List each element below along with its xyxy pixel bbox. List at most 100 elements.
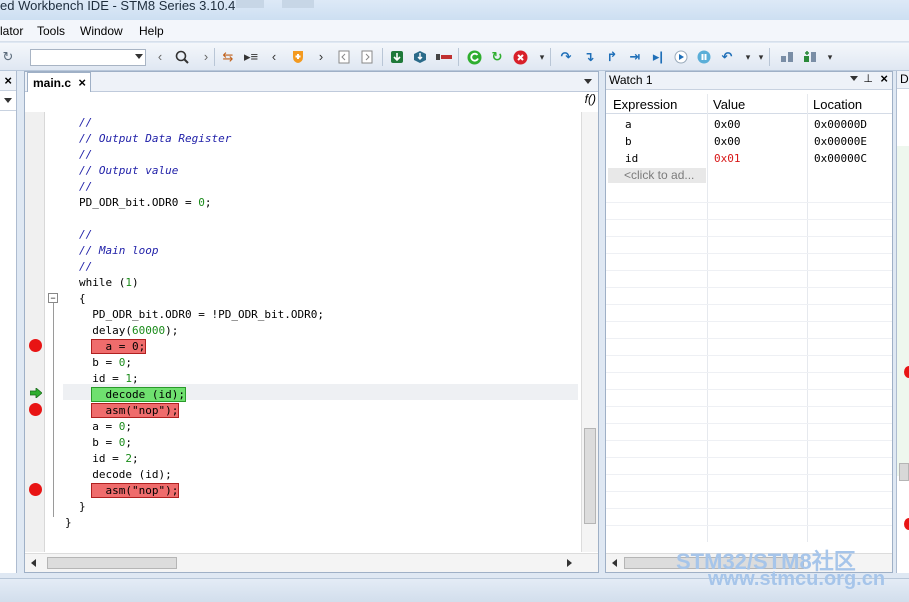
vertical-scrollbar[interactable] [581, 112, 598, 552]
scroll-right-icon[interactable] [567, 559, 572, 567]
grid-line [606, 270, 892, 271]
breakpoint-icon[interactable] [904, 366, 909, 378]
function-navigator-button[interactable]: f() [585, 92, 596, 106]
code-line: decode (id); [79, 468, 172, 481]
toolbar-overflow-icon[interactable]: ▾ [753, 49, 769, 65]
fold-toggle-icon[interactable]: − [48, 293, 58, 303]
code-line: } [79, 500, 86, 513]
code-line: // [79, 148, 93, 161]
grid-line [606, 508, 892, 509]
toggle-bookmark-icon[interactable]: ⇆ [220, 49, 236, 65]
fold-margin [45, 112, 63, 552]
scroll-left-icon[interactable] [612, 559, 617, 567]
breakpoint-statement: asm("nop"); [91, 483, 180, 498]
add-window-icon[interactable] [802, 49, 818, 65]
breakpoint-icon[interactable] [29, 403, 42, 416]
step-into-icon[interactable]: ↴ [581, 49, 597, 65]
panel-content [897, 146, 909, 476]
horizontal-scrollbar[interactable] [25, 553, 598, 572]
code-line: // [79, 180, 93, 193]
back-icon[interactable]: ‹ [152, 49, 168, 65]
scrollbar-thumb[interactable] [899, 463, 909, 481]
watch-value[interactable]: 0x00 [714, 135, 741, 148]
grid-line [606, 372, 892, 373]
tab-main-c[interactable]: main.c × [27, 72, 91, 92]
watch-row[interactable]: a 0x00 0x00000D [606, 117, 892, 134]
watch-value[interactable]: 0x00 [714, 118, 741, 131]
pin-icon[interactable]: ⊥ [863, 72, 873, 85]
step-over-icon[interactable]: ↷ [558, 49, 574, 65]
workspace-dropdown[interactable] [0, 91, 16, 111]
next-statement-icon[interactable]: ⇥ [627, 49, 643, 65]
watch-value-changed[interactable]: 0x01 [714, 152, 741, 165]
grid-line [606, 355, 892, 356]
go-icon[interactable] [466, 49, 482, 65]
forward-icon[interactable]: › [198, 49, 214, 65]
grid-line [606, 406, 892, 407]
column-expression[interactable]: Expression [613, 97, 677, 112]
watch-add-row[interactable]: <click to ad... [606, 168, 892, 185]
toolbar-overflow-icon[interactable]: ▾ [534, 49, 550, 65]
step-out-icon[interactable]: ↱ [604, 49, 620, 65]
scroll-left-icon[interactable] [31, 559, 36, 567]
watch-expression: b [625, 135, 632, 148]
menu-emulator[interactable]: lator [0, 24, 23, 38]
code-line: // [79, 228, 93, 241]
watch-location: 0x00000E [814, 135, 867, 148]
grid-icon[interactable] [779, 49, 795, 65]
title-button[interactable] [236, 0, 264, 8]
next-bookmark-icon[interactable]: ▸≡ [243, 49, 259, 65]
current-statement: decode (id); [91, 387, 186, 402]
close-icon[interactable]: × [880, 71, 888, 86]
go-run-icon[interactable] [673, 49, 689, 65]
chevron-down-icon[interactable] [584, 79, 592, 84]
code-line: // Main loop [79, 244, 159, 257]
run-to-cursor-icon[interactable]: ▸| [650, 49, 666, 65]
click-to-add-hint[interactable]: <click to ad... [608, 168, 706, 183]
shield-icon[interactable] [290, 49, 306, 65]
download-icon[interactable] [389, 49, 405, 65]
find-icon[interactable] [174, 49, 190, 65]
scrollbar-thumb[interactable] [584, 428, 596, 524]
code-area[interactable]: − // // Output Data Register // // Outpu… [25, 112, 581, 552]
watch-row[interactable]: id 0x01 0x00000C [606, 151, 892, 168]
column-location[interactable]: Location [813, 97, 862, 112]
stop-debug-icon[interactable] [512, 49, 528, 65]
program-counter-arrow-icon [29, 387, 43, 399]
menu-help[interactable]: Help [139, 24, 164, 38]
column-value[interactable]: Value [713, 97, 745, 112]
break-icon[interactable] [696, 49, 712, 65]
toolbar-overflow-icon[interactable]: ▾ [822, 49, 838, 65]
close-icon[interactable]: × [0, 71, 16, 91]
reset-debug-icon[interactable]: ↶ [719, 49, 735, 65]
breakpoint-icon[interactable] [904, 518, 909, 530]
watch-title-label: Watch 1 [609, 73, 653, 87]
reset-icon[interactable]: ↻ [489, 49, 505, 65]
page-right-icon[interactable] [359, 49, 375, 65]
code-line: b = 0; [79, 356, 132, 369]
chevron-down-icon[interactable] [850, 76, 858, 81]
watch-row[interactable]: b 0x00 0x00000E [606, 134, 892, 151]
next-icon[interactable]: › [313, 49, 329, 65]
page-left-icon[interactable] [336, 49, 352, 65]
menu-window[interactable]: Window [80, 24, 123, 38]
options-icon[interactable] [436, 49, 452, 65]
breakpoint-icon[interactable] [29, 483, 42, 496]
prev-icon[interactable]: ‹ [266, 49, 282, 65]
refresh-icon[interactable]: ↻ [0, 49, 16, 65]
download-debug-icon[interactable] [412, 49, 428, 65]
breakpoint-statement: asm("nop"); [91, 403, 180, 418]
window-title: ed Workbench IDE - STM8 Series 3.10.4 [0, 0, 236, 13]
grid-line [606, 202, 892, 203]
close-icon[interactable]: × [78, 75, 86, 90]
scrollbar-thumb[interactable] [47, 557, 177, 569]
breakpoint-icon[interactable] [29, 339, 42, 352]
code-line: id = 1; [79, 372, 139, 385]
toolbar-separator [458, 48, 459, 66]
tab-label: main.c [33, 76, 72, 90]
menu-tools[interactable]: Tools [37, 24, 65, 38]
code-line-current: decode (id); [79, 387, 186, 403]
title-button[interactable] [282, 0, 314, 8]
search-combo[interactable] [30, 49, 146, 66]
watch-expression: a [625, 118, 632, 131]
